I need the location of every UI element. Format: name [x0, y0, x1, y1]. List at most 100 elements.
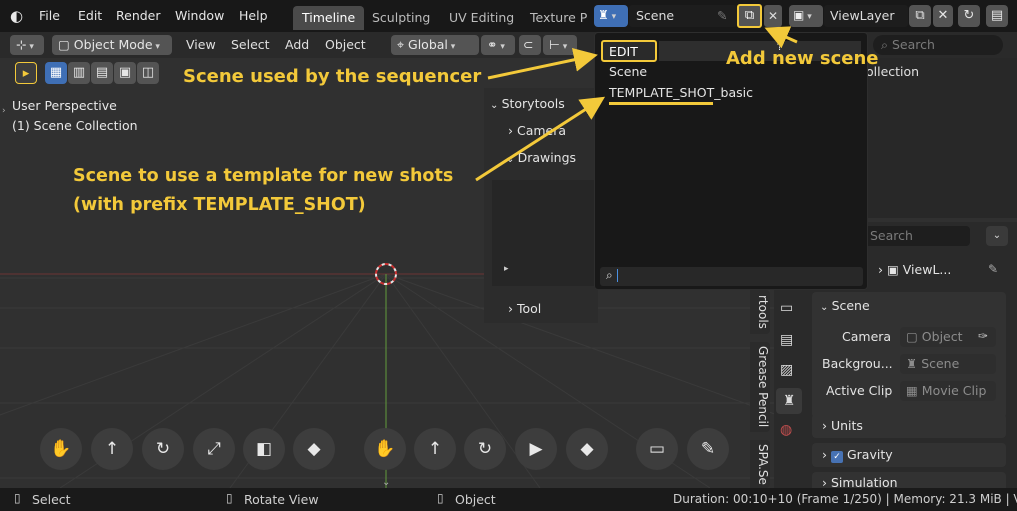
viewlayer-icon: ▣	[886, 262, 903, 277]
scene-section-header[interactable]: ⌄ Scene	[820, 298, 870, 313]
rotate-2-icon[interactable]: ↻	[464, 428, 506, 470]
menu-select[interactable]: Select	[231, 37, 270, 57]
storytools-header[interactable]: ⌄ Storytools	[490, 96, 565, 111]
simulation-label: Simulation	[830, 475, 898, 488]
snap-dropdown[interactable]: ⊢ ▾	[543, 35, 577, 55]
mouse-middle-icon: ▯	[226, 491, 233, 505]
rotate-icon[interactable]: ↻	[142, 428, 184, 470]
chevron-down-icon: ⌄	[820, 302, 832, 313]
mouse-right-icon: ▯	[437, 491, 444, 505]
scene-tab-icon[interactable]: ♜	[776, 388, 802, 414]
pan-hand-icon[interactable]: ✋	[40, 428, 82, 470]
status-select: Select	[32, 492, 71, 507]
storytools-label: Storytools	[501, 96, 565, 111]
scene-dropdown-popup: EDIT Scene TEMPLATE_SHOT_basic ⌕	[594, 32, 868, 290]
move-up-2-icon[interactable]: ↑	[414, 428, 456, 470]
camera-subpanel[interactable]: › Camera	[508, 123, 566, 138]
tool-subpanel[interactable]: › Tool	[508, 301, 541, 316]
pencil-icon[interactable]: ✎	[687, 428, 729, 470]
gravity-label: Gravity	[846, 447, 893, 462]
menu-help[interactable]: Help	[239, 8, 268, 23]
active-clip-field[interactable]: ▦ Movie Clip	[900, 381, 996, 401]
viewlayer-name-text: ViewLayer	[830, 8, 895, 23]
object-mode-dropdown[interactable]: ▢ Object Mode ▾	[52, 35, 172, 55]
search-box[interactable]: ⌕ Search	[873, 35, 1003, 55]
search-placeholder: Search	[891, 37, 935, 52]
tab-grease-pencil[interactable]: Grease Pencil	[750, 342, 770, 432]
menu-add[interactable]: Add	[285, 37, 309, 57]
scene-item-edit[interactable]: EDIT	[601, 40, 657, 62]
add-viewlayer-icon[interactable]: ⧉	[909, 5, 931, 27]
scene-filter-input[interactable]: ⌕	[600, 267, 863, 286]
add-new-scene-button[interactable]: ⧉	[737, 4, 762, 28]
scene-item-template[interactable]: TEMPLATE_SHOT_basic	[609, 85, 753, 100]
units-section[interactable]: › Units	[812, 414, 1006, 438]
render-tab-icon[interactable]: ▤	[780, 332, 793, 348]
remove-viewlayer-icon[interactable]: ✕	[933, 5, 953, 27]
menu-object[interactable]: Object	[325, 37, 366, 57]
drawings-subpanel[interactable]: ⌄ Drawings	[506, 150, 576, 165]
search-icon: ⌕	[881, 37, 892, 52]
background-property-field[interactable]: ♜ Scene	[900, 354, 996, 374]
scene-name-text: Scene	[636, 8, 675, 23]
background-property-label: Backgrou...	[822, 356, 893, 371]
menu-render[interactable]: Render	[116, 8, 161, 23]
camera-icon[interactable]: ▶	[515, 428, 557, 470]
chevron-down-icon: ⌄	[506, 154, 518, 165]
collapse-arrow-icon[interactable]: ›	[2, 106, 6, 116]
move-up-icon[interactable]: ↑	[91, 428, 133, 470]
pivot-dropdown[interactable]: ⚭ ▾	[481, 35, 515, 55]
scene-type-button[interactable]: ♜ ▾	[594, 5, 628, 27]
tab-timeline[interactable]: Timeline	[293, 6, 365, 30]
properties-options-dropdown[interactable]: ⌄	[986, 226, 1008, 246]
blender-logo-icon[interactable]: ◐	[10, 7, 23, 25]
transform-orientation-dropdown[interactable]: ⌖ Global ▾	[391, 35, 479, 55]
tab-spa-se[interactable]: SPA.Se	[750, 440, 770, 488]
simulation-section[interactable]: › Simulation	[812, 472, 1006, 488]
viewlayer-short-label: ViewL...	[902, 262, 952, 277]
object-mode-icon: ▢	[58, 37, 74, 52]
eyedropper-icon[interactable]: ✑	[978, 329, 988, 343]
keyframe-2-icon[interactable]: ◆	[566, 428, 608, 470]
object-mode-text: Object Mode	[73, 37, 153, 52]
refresh-icon[interactable]: ↻	[958, 5, 980, 27]
menu-window[interactable]: Window	[175, 8, 224, 23]
screen-icon[interactable]: ▭	[636, 428, 678, 470]
gravity-section[interactable]: › ✓ Gravity	[812, 443, 1006, 467]
mouse-left-icon: ▯	[14, 491, 21, 505]
expand-arrow-icon[interactable]: ▸	[504, 264, 509, 274]
snap-toggle[interactable]: ⊂	[519, 35, 541, 55]
tab-rtools[interactable]: rtools	[750, 290, 770, 334]
tab-sculpting[interactable]: Sculpting	[363, 6, 439, 30]
gravity-checkbox[interactable]: ✓	[830, 451, 843, 463]
remove-scene-icon[interactable]: ✕	[764, 5, 782, 27]
viewlayer-type-button[interactable]: ▣ ▾	[789, 5, 823, 27]
world-tab-icon[interactable]: ◍	[780, 422, 792, 438]
folder-icon[interactable]: ▤	[986, 5, 1008, 27]
background-field-value: Scene	[921, 356, 960, 371]
output-tab-icon[interactable]: ▨	[780, 362, 793, 378]
scene-item-scene[interactable]: Scene	[609, 64, 647, 79]
collapse-down-icon[interactable]: ⌄	[382, 477, 390, 488]
keyframe-icon[interactable]: ◆	[293, 428, 335, 470]
flip-icon[interactable]: ◧	[243, 428, 285, 470]
pan-hand-2-icon[interactable]: ✋	[364, 428, 406, 470]
pin-icon[interactable]: ✎	[988, 262, 998, 276]
tab-texture-paint[interactable]: Texture P	[521, 6, 596, 30]
orientation-icon: ⌖	[397, 37, 409, 52]
tool-tab-icon[interactable]: ▭	[780, 300, 793, 316]
menu-file[interactable]: File	[39, 8, 60, 23]
viewlayer-name-field[interactable]: ViewLayer	[824, 5, 908, 27]
status-bar: ▯ Select ▯ Rotate View ▯ Object Duration…	[0, 477, 1017, 511]
tab-uv-editing[interactable]: UV Editing	[440, 6, 523, 30]
pin-icon[interactable]: ✎	[717, 8, 727, 23]
properties-search[interactable]: Search	[864, 226, 970, 246]
scene-name-field[interactable]: Scene ✎	[629, 5, 737, 27]
search-icon: ⌕	[606, 268, 617, 282]
chevron-right-icon: ›	[508, 301, 517, 316]
menu-view[interactable]: View	[186, 37, 216, 57]
editor-type-dropdown[interactable]: ⊹ ▾	[10, 35, 44, 55]
menu-edit[interactable]: Edit	[78, 8, 102, 23]
scale-icon[interactable]: ⤢	[193, 428, 235, 470]
viewlayer-breadcrumb: › ▣ ViewL...	[878, 262, 951, 277]
